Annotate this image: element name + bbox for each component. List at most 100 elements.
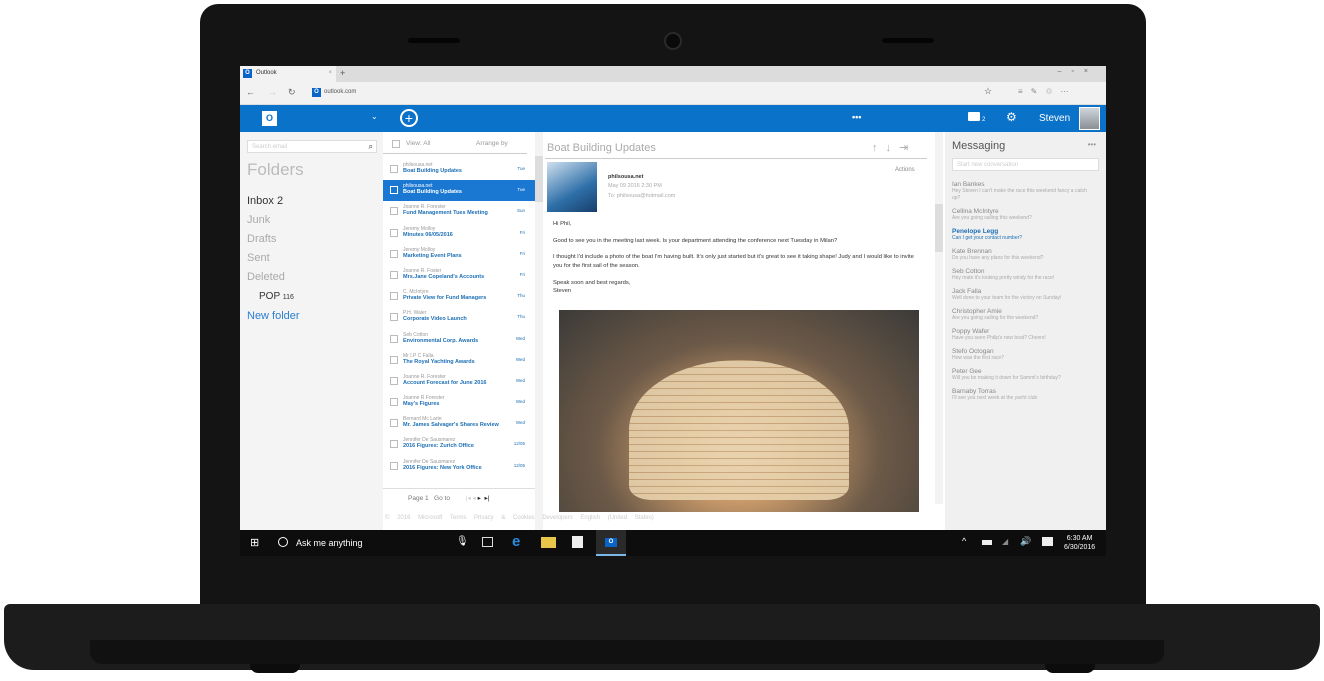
next-page-icon[interactable]: ▸ ▸| — [478, 495, 490, 502]
row-date: Wed — [515, 377, 525, 383]
actions-button[interactable]: Actions — [895, 167, 915, 173]
row-checkbox[interactable] — [390, 376, 398, 385]
task-view-icon[interactable] — [482, 537, 493, 547]
row-checkbox[interactable] — [390, 186, 398, 195]
url-field[interactable]: outlook.com — [324, 89, 356, 95]
email-row[interactable]: Joanne R. Foster Mrs.Jane Copeland's Acco… — [383, 265, 535, 286]
email-row[interactable]: Seb Cotton Environmental Corp. Awards Wed — [383, 329, 535, 350]
email-from[interactable]: philsousa.net — [608, 173, 675, 182]
search-icon[interactable]: ⌕ — [369, 142, 373, 152]
windows-start-icon[interactable]: ⊞ — [250, 536, 259, 549]
folder-deleted[interactable]: Deleted — [247, 268, 300, 287]
row-checkbox[interactable] — [390, 270, 398, 279]
chat-icon[interactable] — [968, 112, 980, 121]
more-icon[interactable]: ••• — [852, 112, 861, 122]
email-row[interactable]: philsousa.net Boat Building Updates Tue — [383, 180, 535, 202]
window-controls[interactable]: –▫× — [1058, 68, 1098, 75]
nav-arrows-icons[interactable]: ↑↓⇥ — [872, 141, 916, 154]
outlook-taskbar-button[interactable]: O — [596, 530, 626, 556]
email-row[interactable]: Joanne R. Forester Account Forecast for J… — [383, 371, 535, 392]
folder-drafts[interactable]: Drafts — [247, 230, 300, 249]
email-row[interactable]: Mr I.P C Falla The Royal Yachting Awards W… — [383, 350, 535, 371]
folder-junk[interactable]: Junk — [247, 211, 300, 230]
new-folder-link[interactable]: New folder — [247, 307, 300, 326]
conversation-item[interactable]: Kate Brennan Do you have any plans for th… — [952, 248, 1092, 262]
gear-icon[interactable]: ⚙ — [1006, 110, 1017, 124]
conversation-item[interactable]: Penelope Legg Can I get your contact numb… — [952, 228, 1092, 242]
close-tab-icon[interactable]: × — [328, 70, 332, 76]
email-row[interactable]: Jeremy Molloy Minutes 06/05/2016 Fri — [383, 223, 535, 244]
notification-icon[interactable] — [1042, 537, 1053, 546]
row-checkbox[interactable] — [390, 355, 398, 364]
email-row[interactable]: C. McIntyre Private View for Fund Manager… — [383, 286, 535, 307]
search-input[interactable]: Search email ⌕ — [247, 140, 377, 153]
email-to: To: philsousa@hotmail.com — [608, 192, 676, 199]
new-tab-icon[interactable]: + — [340, 68, 345, 78]
outlook-logo[interactable]: O — [262, 111, 277, 126]
conversation-item[interactable]: Seb Cotton Hey mate it's looking pretty w… — [952, 268, 1092, 282]
store-icon[interactable] — [572, 536, 583, 548]
conversation-item[interactable]: Jack Falla Well done to your team for the… — [952, 288, 1092, 302]
row-checkbox[interactable] — [390, 228, 398, 237]
avatar[interactable] — [1079, 107, 1100, 130]
email-row[interactable]: philsousa.net Boat Building Updates Tue — [383, 159, 535, 180]
row-checkbox[interactable] — [390, 165, 398, 173]
conversation-item[interactable]: Ian Bankes Hey Steven I can't make the ra… — [952, 181, 1092, 202]
battery-icon[interactable] — [982, 540, 992, 545]
conversation-item[interactable]: Peter Gee Will you be making it down for … — [952, 368, 1092, 382]
conversation-item[interactable]: Christopher Amie Are you going sailing fo… — [952, 308, 1092, 322]
email-row[interactable]: Jennifer De Sausmarez 2016 Figures: Zuric… — [383, 434, 535, 455]
volume-icon[interactable]: 🔊 — [1020, 536, 1031, 547]
new-mail-plus-icon[interactable]: + — [400, 109, 418, 127]
email-row[interactable]: Joanne R. Forester Fund Management Tues M… — [383, 201, 535, 222]
favorite-star-icon[interactable]: ☆ — [984, 86, 992, 97]
user-name[interactable]: Steven — [1039, 113, 1070, 124]
clock[interactable]: 6:30 AM 6/30/2016 — [1064, 534, 1095, 553]
contact-name: Penelope Legg — [952, 228, 999, 235]
conversation-item[interactable]: Poppy Wafer Have you seen Philip's new bo… — [952, 328, 1092, 342]
row-checkbox[interactable] — [390, 461, 398, 470]
email-row[interactable]: Jeremy Molloy Marketing Event Plans Fri — [383, 244, 535, 265]
file-explorer-icon[interactable] — [541, 537, 556, 548]
row-checkbox[interactable] — [390, 440, 398, 449]
chevron-down-icon[interactable]: ⌄ — [371, 112, 378, 121]
row-checkbox[interactable] — [390, 398, 398, 407]
row-checkbox[interactable] — [390, 334, 398, 343]
conversation-item[interactable]: Stefo Octogan How was the first race? — [952, 348, 1092, 362]
email-row[interactable]: Joanne R Forester May's Figures Wed — [383, 392, 535, 413]
row-checkbox[interactable] — [390, 292, 398, 301]
row-checkbox[interactable] — [390, 313, 398, 322]
email-row[interactable]: P.H. Waler Corporate Video Launch Thu — [383, 307, 535, 328]
row-checkbox[interactable] — [390, 207, 398, 216]
cortana-search[interactable]: Ask me anything — [296, 538, 363, 548]
reading-scrollbar[interactable] — [935, 132, 943, 504]
new-conversation-input[interactable]: Start new conversation — [952, 158, 1099, 171]
view-filter[interactable]: View: All — [406, 140, 430, 147]
list-scrollbar[interactable] — [535, 132, 543, 530]
conversation-item[interactable]: Barnaby Torras I'll see you next week at … — [952, 388, 1092, 402]
network-icon[interactable]: ◢ — [1002, 537, 1008, 546]
email-row[interactable]: Jennifer De Sausmarez 2016 Figures: New Y… — [383, 456, 535, 477]
refresh-icon[interactable]: ↻ — [288, 87, 296, 98]
cortana-icon[interactable] — [278, 537, 288, 547]
back-icon[interactable]: ← — [246, 87, 255, 97]
conversation-item[interactable]: Cellina McIntyre Are you going sailing th… — [952, 208, 1092, 222]
edge-icon[interactable]: e — [512, 533, 520, 550]
folder-sent[interactable]: Sent — [247, 249, 300, 268]
microphone-icon[interactable]: 🎙 — [456, 536, 469, 547]
folder-pop[interactable]: POP 116 — [247, 287, 300, 307]
row-checkbox[interactable] — [390, 249, 398, 258]
row-checkbox[interactable] — [390, 419, 398, 428]
forward-icon[interactable]: → — [268, 87, 277, 97]
first-page-icon[interactable]: |◂ ◂ — [466, 495, 476, 502]
folder-inbox[interactable]: Inbox 2 — [247, 192, 300, 211]
messaging-more-icon[interactable]: ••• — [1088, 140, 1096, 149]
email-row[interactable]: Bernard Mc Larte Mr. James Salvager's Sha… — [383, 413, 535, 434]
goto-button[interactable]: Go to — [434, 495, 450, 502]
select-all-checkbox[interactable] — [392, 140, 400, 148]
browser-tab[interactable]: O Outlook × — [240, 66, 336, 82]
browser-tools-icons[interactable]: ≡✎♲⋯ — [1018, 87, 1077, 96]
arrange-by[interactable]: Arrange by — [476, 140, 508, 147]
chevron-up-icon[interactable]: ^ — [962, 536, 966, 546]
email-subject: Boat Building Updates — [547, 142, 656, 154]
